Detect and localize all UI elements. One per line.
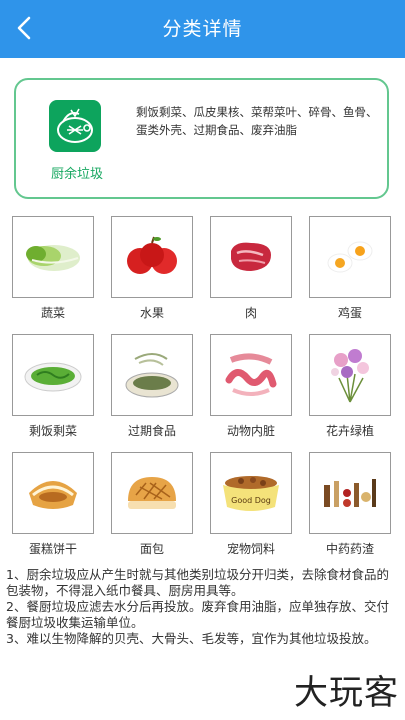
note-3: 3、难以生物降解的贝壳、大骨头、毛发等，宜作为其他垃圾投放。 (6, 631, 377, 646)
apple-icon[interactable] (111, 216, 193, 298)
offal-icon[interactable] (210, 334, 292, 416)
grid-item-label: 蔬菜 (40, 306, 65, 320)
cabbage-icon[interactable] (12, 216, 94, 298)
herbs-icon[interactable] (309, 452, 391, 534)
leftovers-icon[interactable] (12, 334, 94, 416)
pet-food-badge: Good Dog (231, 496, 271, 505)
grid-item-label: 剩饭剩菜 (28, 424, 77, 438)
note-1: 1、厨余垃圾应从产生时就与其他类别垃圾分开归类，去除食材食品的包装物，不得混入纸… (6, 567, 389, 598)
watermark: 大玩客 (294, 673, 399, 713)
grid-item-fruit[interactable]: 水果 (111, 216, 193, 326)
category-description: 剩饭剩菜、瓜皮果核、菜帮菜叶、碎骨、鱼骨、蛋类外壳、过期食品、废弃油脂 (136, 105, 378, 137)
grid-item-meat[interactable]: 肉 (210, 216, 292, 326)
grid-item-cake[interactable]: 蛋糕饼干 (12, 452, 94, 562)
flowers-icon[interactable] (309, 334, 391, 416)
pet-food-icon[interactable]: Good Dog (210, 452, 292, 534)
disposal-notes: 1、厨余垃圾应从产生时就与其他类别垃圾分开归类，去除食材食品的包装物，不得混入纸… (6, 567, 400, 647)
category-name: 厨余垃圾 (50, 167, 103, 182)
grid-item-herbs[interactable]: 中药药渣 (309, 452, 391, 562)
grid-item-label: 花卉绿植 (325, 424, 374, 438)
grid-item-eggs[interactable]: 鸡蛋 (309, 216, 391, 326)
meat-icon[interactable] (210, 216, 292, 298)
grid-item-bread[interactable]: 面包 (111, 452, 193, 562)
grid-item-vegetables[interactable]: 蔬菜 (12, 216, 94, 326)
grid-item-leftovers[interactable]: 剩饭剩菜 (12, 334, 94, 444)
page-title: 分类详情 (162, 18, 243, 40)
grid-item-label: 肉 (244, 306, 257, 320)
note-2: 2、餐厨垃圾应滤去水分后再投放。废弃食用油脂，应单独存放、交付餐厨垃圾收集运输单… (6, 599, 389, 630)
grid-item-label: 蛋糕饼干 (28, 542, 77, 556)
grid-item-label: 中药药渣 (325, 542, 374, 556)
grid-item-label: 鸡蛋 (337, 306, 362, 320)
grid-item-label: 面包 (139, 542, 164, 556)
grid-item-label: 宠物饲料 (226, 542, 275, 556)
grid-item-label: 水果 (139, 306, 164, 320)
category-card: 厨余垃圾 剩饭剩菜、瓜皮果核、菜帮菜叶、碎骨、鱼骨、蛋类外壳、过期食品、废弃油脂 (14, 78, 389, 199)
grid-item-pet-food[interactable]: Good Dog 宠物饲料 (210, 452, 292, 562)
bread-icon[interactable] (111, 452, 193, 534)
cake-icon[interactable] (12, 452, 94, 534)
top-bar: 分类详情 (0, 0, 405, 58)
expired-food-icon[interactable] (111, 334, 193, 416)
grid-item-label: 动物内脏 (226, 424, 275, 438)
grid-item-expired-food[interactable]: 过期食品 (111, 334, 193, 444)
grid-item-offal[interactable]: 动物内脏 (210, 334, 292, 444)
grid-item-flowers[interactable]: 花卉绿植 (309, 334, 391, 444)
egg-icon[interactable] (309, 216, 391, 298)
food-waste-icon (49, 100, 101, 152)
grid-item-label: 过期食品 (127, 424, 176, 438)
